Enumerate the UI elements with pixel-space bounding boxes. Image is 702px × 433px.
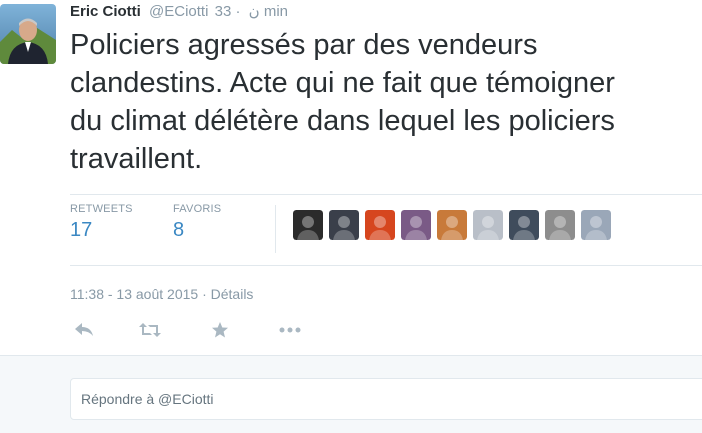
favorites-count: 8	[173, 219, 185, 241]
reply-icon[interactable]	[70, 316, 98, 344]
tweet-text-line: du climat délétère dans lequel les polic…	[70, 105, 615, 137]
favoriter-avatar[interactable]	[473, 210, 503, 240]
favoriter-avatar[interactable]	[581, 210, 611, 240]
favorites-stat[interactable]: FAVORIS 8	[173, 203, 221, 242]
tweet-text: Policiers agressés par des vendeurs clan…	[70, 26, 702, 178]
favoriter-avatar[interactable]	[545, 210, 575, 240]
more-icon[interactable]	[276, 316, 304, 344]
favoriters-list	[293, 210, 611, 240]
tweet-meta: 11:38 - 13 août 2015 · Détails	[70, 286, 253, 302]
favorite-icon[interactable]	[206, 316, 234, 344]
author-name[interactable]: Eric Ciotti	[70, 3, 141, 20]
author-handle[interactable]: @ECiotti	[149, 3, 208, 20]
favoriter-avatar[interactable]	[509, 210, 539, 240]
meta-separator: ·	[202, 286, 207, 302]
reply-input[interactable]: Répondre à @ECiotti	[70, 378, 702, 420]
tweet-timestamp: 11:38 - 13 août 2015	[70, 286, 199, 302]
retweets-count: 17	[70, 219, 93, 241]
favoriter-avatar[interactable]	[365, 210, 395, 240]
retweets-label: RETWEETS	[70, 203, 133, 215]
details-link[interactable]: Détails	[211, 286, 254, 302]
favoriter-avatar[interactable]	[401, 210, 431, 240]
handle-suffix: ن	[248, 3, 260, 20]
tweet-text-line: travaillent.	[70, 143, 203, 175]
tweet-header: Eric Ciotti @ECiotti ن · 33 min	[70, 2, 288, 22]
favoriter-avatar[interactable]	[437, 210, 467, 240]
tweet-stats: RETWEETS 17 FAVORIS 8	[70, 194, 702, 266]
reply-area: Répondre à @ECiotti	[0, 355, 702, 433]
favoriter-avatar[interactable]	[329, 210, 359, 240]
tweet-text-line: Policiers agressés par des vendeurs	[70, 29, 538, 61]
tweet-text-line: clandestins. Acte qui ne fait que témoig…	[70, 67, 615, 99]
author-avatar[interactable]	[0, 4, 56, 64]
retweet-icon[interactable]	[136, 316, 164, 344]
favoriter-avatar[interactable]	[293, 210, 323, 240]
favorites-label: FAVORIS	[173, 203, 222, 215]
retweets-stat[interactable]: RETWEETS 17	[70, 203, 133, 242]
stats-divider	[275, 205, 276, 253]
